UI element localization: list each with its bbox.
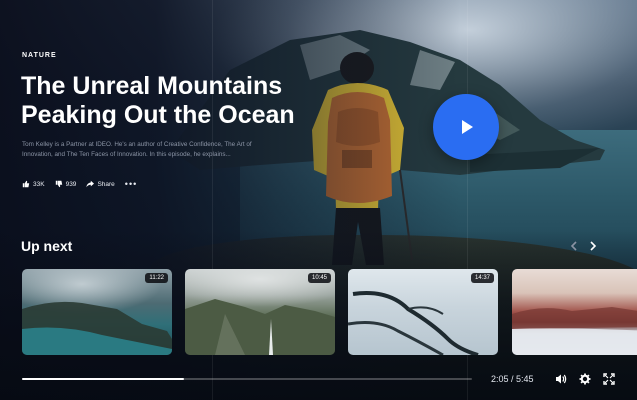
- share-button[interactable]: Share: [86, 180, 115, 188]
- volume-button[interactable]: [554, 372, 568, 386]
- action-bar: 33K 939 Share •••: [22, 178, 137, 190]
- thumbs-down-icon: [55, 180, 62, 188]
- like-count: 33K: [33, 180, 45, 188]
- like-button[interactable]: 33K: [22, 180, 45, 188]
- progress-fill: [22, 378, 184, 380]
- up-next-heading: Up next: [21, 238, 73, 254]
- video-player: NATURE The Unreal Mountains Peaking Out …: [0, 0, 637, 400]
- share-label: Share: [97, 180, 115, 188]
- previous-button[interactable]: [567, 239, 581, 253]
- gear-icon: [579, 373, 591, 385]
- play-button[interactable]: [433, 94, 499, 160]
- video-description: Tom Kelley is a Partner at IDEO. He's an…: [22, 141, 252, 158]
- share-icon: [86, 180, 95, 188]
- progress-bar[interactable]: [22, 378, 472, 380]
- dislike-count: 939: [65, 180, 77, 188]
- thumbnail-image: [512, 307, 637, 355]
- up-next-thumbnail[interactable]: 14:37: [348, 269, 498, 355]
- fullscreen-button[interactable]: [602, 372, 616, 386]
- next-button[interactable]: [586, 239, 600, 253]
- chevron-left-icon: [570, 241, 577, 251]
- category-label: NATURE: [22, 52, 57, 59]
- thumbs-up-icon: [22, 180, 30, 188]
- up-next-thumbnail[interactable]: [512, 269, 637, 355]
- time-display: 2:05 / 5:45: [491, 374, 534, 384]
- settings-button[interactable]: [578, 372, 592, 386]
- up-next-thumbnail[interactable]: 11:22: [22, 269, 172, 355]
- fullscreen-icon: [603, 373, 615, 385]
- duration-badge: 11:22: [145, 273, 168, 283]
- up-next-thumbnail[interactable]: 10:45: [185, 269, 335, 355]
- volume-icon: [556, 374, 567, 384]
- duration-badge: 10:45: [307, 273, 331, 283]
- more-options-button[interactable]: •••: [125, 179, 137, 189]
- dislike-button[interactable]: 939: [55, 180, 77, 188]
- duration-badge: 14:37: [470, 273, 494, 283]
- video-title: The Unreal Mountains Peaking Out the Oce…: [21, 72, 295, 129]
- play-icon: [462, 120, 473, 134]
- chevron-right-icon: [590, 241, 597, 251]
